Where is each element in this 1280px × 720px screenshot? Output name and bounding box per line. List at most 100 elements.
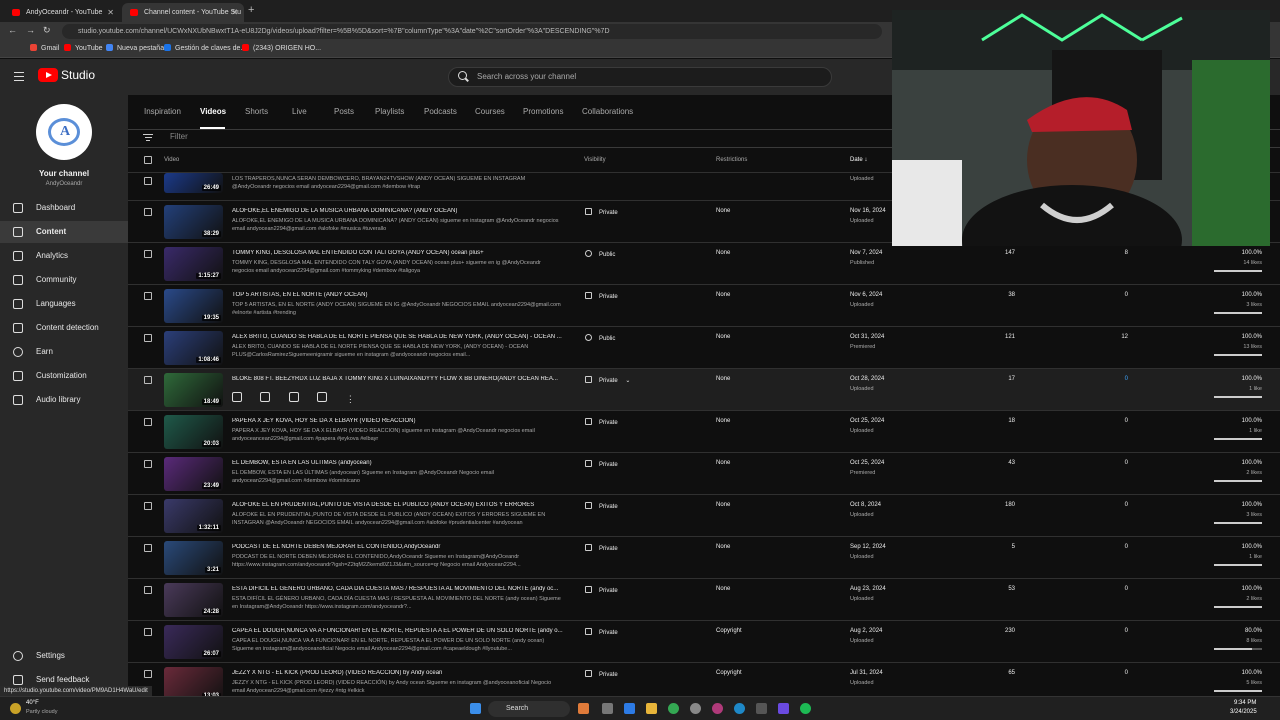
chevron-down-icon[interactable]: ⌄ <box>625 378 630 384</box>
close-tab-icon[interactable]: ✕ <box>231 3 238 22</box>
table-row[interactable]: 1:08:46 ALEX BRITO, CUANDO SE HABLA DE EL… <box>128 326 1280 368</box>
new-tab-icon[interactable]: + <box>248 4 254 16</box>
tab-shorts[interactable]: Shorts <box>245 107 268 116</box>
table-row[interactable]: 23:49 EL DEMBOW, ESTA EN LAS ÚLTIMAS (and… <box>128 452 1280 494</box>
video-title[interactable]: PAPERA X JEY KOVA, HOY SE DA X ELBAYR (V… <box>232 418 564 424</box>
table-row[interactable]: 1:32:11 ALOFOKE EL EN PRUDENTIAL,PUNTO DE… <box>128 494 1280 536</box>
video-thumbnail[interactable]: 20:03 <box>164 415 223 449</box>
windows-start-icon[interactable] <box>470 703 481 714</box>
sidebar-item-community[interactable]: Community <box>0 269 128 291</box>
row-checkbox[interactable] <box>144 177 152 185</box>
table-row[interactable]: 18:49 BLOKE 808 FT. BEEZYRDX LUZ BAJA X T… <box>128 368 1280 410</box>
table-row[interactable]: 24:28 ESTA DIFÍCIL EL GÉNERO URBANO, CADA… <box>128 578 1280 620</box>
video-thumbnail[interactable]: 18:49 <box>164 373 223 407</box>
filter-icon[interactable] <box>143 132 153 141</box>
taskbar-search[interactable]: Search <box>488 701 570 717</box>
video-thumbnail[interactable]: 3:21 <box>164 541 223 575</box>
row-checkbox[interactable] <box>144 670 152 678</box>
video-title[interactable]: TOP 5 ARTISTAS, EN EL NORTE (ANDY OCEAN) <box>232 292 564 298</box>
video-title[interactable]: JEZZY X NTG - EL KICK (PROD LEORD) (VIDE… <box>232 670 564 676</box>
video-title[interactable]: PODCAST DE EL NORTE DEBEN MEJORAR EL CON… <box>232 544 564 550</box>
sidebar-item-dashboard[interactable]: Dashboard <box>0 197 128 219</box>
bookmark-youtube[interactable]: YouTube <box>64 44 103 52</box>
sidebar-item-analytics[interactable]: Analytics <box>0 245 128 267</box>
bookmark-origen[interactable]: (2343) ORIGEN HO... <box>242 44 321 52</box>
row-checkbox[interactable] <box>144 418 152 426</box>
app-icon[interactable] <box>778 703 789 714</box>
table-row[interactable]: 19:35 TOP 5 ARTISTAS, EN EL NORTE (ANDY O… <box>128 284 1280 326</box>
analytics-icon[interactable] <box>260 392 271 402</box>
chrome-icon[interactable] <box>668 703 679 714</box>
tab-promotions[interactable]: Promotions <box>523 107 563 116</box>
visibility-cell[interactable]: Public <box>585 334 615 342</box>
channel-avatar[interactable]: A <box>36 104 92 160</box>
file-explorer-icon[interactable] <box>646 703 657 714</box>
menu-icon[interactable] <box>14 72 24 84</box>
task-view-icon[interactable] <box>602 703 613 714</box>
video-thumbnail[interactable]: 38:29 <box>164 205 223 239</box>
row-checkbox[interactable] <box>144 586 152 594</box>
row-checkbox[interactable] <box>144 460 152 468</box>
search-input[interactable]: Search across your channel <box>448 67 832 87</box>
video-thumbnail[interactable]: 26:49 <box>164 173 223 193</box>
bookmark-new-tab[interactable]: Nueva pestaña <box>106 44 164 52</box>
tab-courses[interactable]: Courses <box>475 107 505 116</box>
app-icon[interactable] <box>712 703 723 714</box>
visibility-cell[interactable]: Private <box>585 418 618 426</box>
bookmark-password-manager[interactable]: Gestión de claves de... <box>164 44 246 52</box>
video-title[interactable]: ESTA DIFÍCIL EL GÉNERO URBANO, CADA DÍA … <box>232 586 564 592</box>
back-icon[interactable]: ← <box>8 25 17 35</box>
video-title[interactable]: TOMMY KING, DESGLOSA MAL ENTENDIDO CON T… <box>232 250 564 256</box>
row-checkbox[interactable] <box>144 292 152 300</box>
video-thumbnail[interactable]: 1:32:11 <box>164 499 223 533</box>
tab-podcasts[interactable]: Podcasts <box>424 107 457 116</box>
filter-input[interactable]: Filter <box>170 132 188 141</box>
video-thumbnail[interactable]: 26:07 <box>164 625 223 659</box>
visibility-cell[interactable]: Private <box>585 544 618 552</box>
row-checkbox[interactable] <box>144 502 152 510</box>
visibility-cell[interactable]: Private <box>585 670 618 678</box>
comments-icon[interactable] <box>288 392 299 402</box>
column-header-restrictions[interactable]: Restrictions <box>716 157 747 163</box>
tab-collaborations[interactable]: Collaborations <box>582 107 633 116</box>
video-title[interactable]: ALOFOKE EL EN PRUDENTIAL,PUNTO DE VISTA … <box>232 502 564 508</box>
visibility-cell[interactable]: Private <box>585 208 618 216</box>
sidebar-item-audio-library[interactable]: Audio library <box>0 389 128 411</box>
sidebar-item-content-detection[interactable]: Content detection <box>0 317 128 339</box>
app-icon[interactable] <box>624 703 635 714</box>
row-checkbox[interactable] <box>144 208 152 216</box>
video-thumbnail[interactable]: 1:08:46 <box>164 331 223 365</box>
studio-logo[interactable]: Studio <box>38 68 95 82</box>
column-header-date[interactable]: Date ↓ <box>850 157 867 163</box>
url-field[interactable]: studio.youtube.com/channel/UCWxNXUbNBwxt… <box>62 24 882 39</box>
tab-posts[interactable]: Posts <box>334 107 354 116</box>
sidebar-item-languages[interactable]: Languages <box>0 293 128 315</box>
video-title[interactable]: CAPEA EL DOUGH,NUNCA VA A FUNCIONAR! EN … <box>232 628 564 634</box>
weather-icon[interactable] <box>10 703 21 714</box>
visibility-cell[interactable]: Private <box>585 628 618 636</box>
video-thumbnail[interactable]: 23:49 <box>164 457 223 491</box>
video-title[interactable]: EL DEMBOW, ESTA EN LAS ÚLTIMAS (andyocea… <box>232 460 564 466</box>
visibility-cell[interactable]: Private <box>585 292 618 300</box>
table-row[interactable]: 26:07 CAPEA EL DOUGH,NUNCA VA A FUNCIONAR… <box>128 620 1280 662</box>
sidebar-item-earn[interactable]: Earn <box>0 341 128 363</box>
table-row[interactable]: 20:03 PAPERA X JEY KOVA, HOY SE DA X ELBA… <box>128 410 1280 452</box>
video-title[interactable]: ALEX BRITO, CUANDO SE HABLA DE EL NORTE … <box>232 334 564 340</box>
visibility-cell[interactable]: Public <box>585 250 615 258</box>
edit-icon[interactable] <box>232 392 242 402</box>
video-title[interactable]: BLOKE 808 FT. BEEZYRDX LUZ BAJA X TOMMY … <box>232 376 564 382</box>
row-checkbox[interactable] <box>144 544 152 552</box>
visibility-cell[interactable]: Private <box>585 502 618 510</box>
visibility-cell[interactable]: Private <box>585 460 618 468</box>
forward-icon[interactable]: → <box>26 25 35 35</box>
browser-tab-studio[interactable]: Channel content - YouTube Stu ✕ <box>122 3 244 22</box>
row-checkbox[interactable] <box>144 628 152 636</box>
edge-icon[interactable] <box>734 703 745 714</box>
close-tab-icon[interactable]: ✕ <box>107 3 114 22</box>
select-all-checkbox[interactable] <box>144 156 152 164</box>
reload-icon[interactable]: ↻ <box>43 25 51 36</box>
visibility-cell[interactable]: Private ⌄ <box>585 376 630 384</box>
app-icon[interactable] <box>756 703 767 714</box>
tab-videos[interactable]: Videos <box>200 107 226 116</box>
app-icon[interactable] <box>690 703 701 714</box>
